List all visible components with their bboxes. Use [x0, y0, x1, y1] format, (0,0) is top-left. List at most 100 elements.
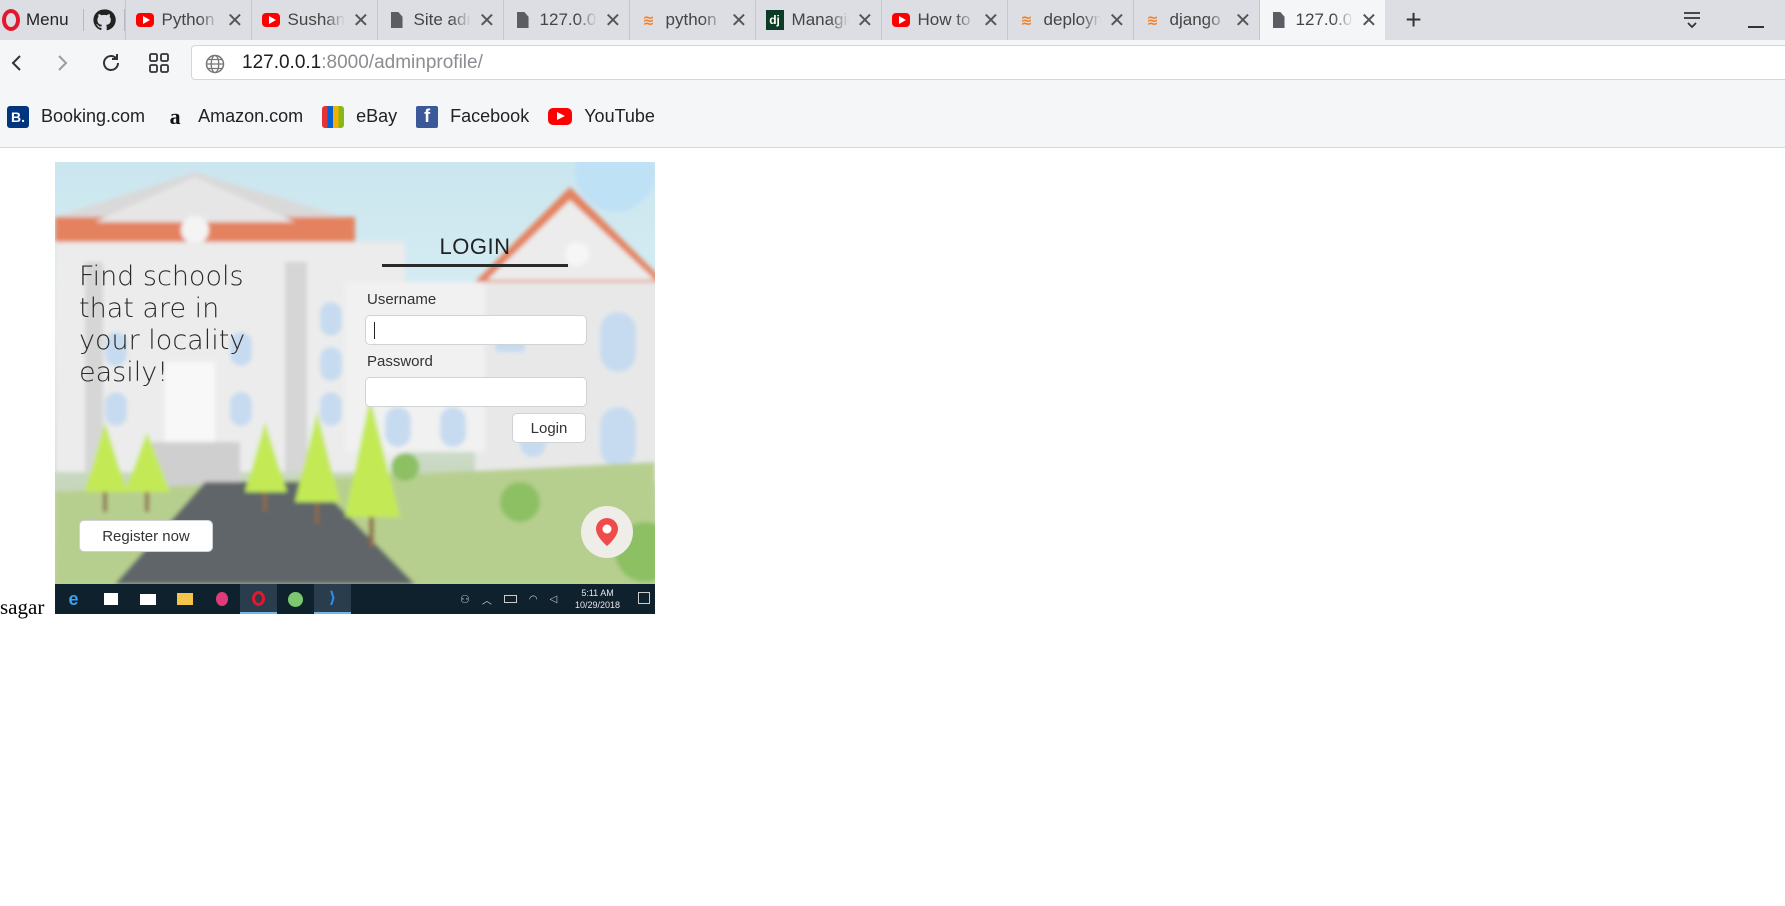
tab-python-so[interactable]: ≋ python ✕ [628, 0, 755, 40]
stackoverflow-icon: ≋ [1020, 11, 1033, 28]
tab-title: Managin [791, 10, 849, 29]
address-field[interactable]: 127.0.0.1:8000/adminprofile/ [191, 45, 1785, 80]
close-icon[interactable]: ✕ [857, 8, 874, 33]
windows-taskbar: e ⟩ ⚇ ︿ ◠ ◁ 5:11 AM 10/29/2018 [55, 584, 655, 614]
bookmark-label: eBay [356, 106, 398, 126]
android-studio-icon [277, 584, 314, 614]
new-tab-plus-icon[interactable]: + [1399, 4, 1429, 36]
password-field[interactable] [365, 377, 587, 407]
back-button[interactable] [3, 49, 31, 77]
youtube-icon [548, 108, 573, 125]
stackoverflow-icon: ≋ [1146, 11, 1159, 28]
address-toolbar: 127.0.0.1:8000/adminprofile/ [0, 40, 1785, 86]
close-icon[interactable]: ✕ [983, 8, 1000, 33]
tab-how-to[interactable]: How to ✕ [880, 0, 1007, 40]
store-icon [92, 584, 129, 614]
notification-icon [638, 592, 650, 604]
username-field[interactable] [365, 315, 587, 345]
tab-title: 127.0.0. [539, 10, 597, 29]
tab-title: Sushant [287, 10, 345, 29]
speed-dial-button[interactable] [145, 49, 173, 77]
ebay-icon [322, 105, 345, 128]
close-icon[interactable]: ✕ [353, 8, 370, 33]
text-caret [374, 322, 375, 339]
document-icon [1270, 11, 1288, 29]
menu-label: Menu [26, 10, 69, 29]
bookmark-ebay[interactable]: eBay [322, 105, 398, 128]
url-text: 127.0.0.1:8000/adminprofile/ [242, 52, 483, 74]
tab-deployment[interactable]: ≋ deploym ✕ [1006, 0, 1133, 40]
tab-django[interactable]: ≋ django ✕ [1132, 0, 1259, 40]
close-icon[interactable]: ✕ [479, 8, 496, 33]
close-icon[interactable]: ✕ [1235, 8, 1252, 33]
globe-icon [205, 54, 225, 74]
bookmarks-bar: B. Booking.com a Amazon.com eBay f Faceb… [0, 86, 1785, 148]
github-icon[interactable] [92, 8, 116, 32]
stackoverflow-icon: ≋ [642, 11, 655, 28]
document-icon [388, 11, 406, 29]
bookmark-booking[interactable]: B. Booking.com [7, 105, 146, 128]
close-icon[interactable]: ✕ [605, 8, 622, 33]
profile-image: Find schools that are in your locality e… [55, 162, 655, 614]
divider [82, 9, 84, 31]
tab-strip: Menu Python ✕ Sushant ✕ Site adm ✕ 127.0… [0, 0, 1785, 40]
folder-icon [166, 584, 203, 614]
register-now-button[interactable]: Register now [79, 520, 213, 552]
tab-active-localhost[interactable]: 127.0.0. ✕ [1258, 0, 1385, 40]
volume-icon: ◁ [549, 593, 558, 605]
chevron-up-icon: ︿ [481, 595, 492, 607]
profile-username: sagar [0, 595, 45, 619]
tab-menu-icon[interactable] [1680, 8, 1704, 32]
bookmark-facebook[interactable]: f Facebook [416, 105, 529, 128]
forward-button[interactable] [48, 49, 76, 77]
hero-headline: Find schools that are in your locality e… [79, 261, 246, 388]
booking-icon: B. [7, 105, 29, 128]
reload-button[interactable] [97, 49, 125, 77]
login-button[interactable]: Login [512, 413, 586, 443]
close-icon[interactable]: ✕ [227, 8, 244, 33]
django-icon: dj [765, 10, 784, 30]
tab-python[interactable]: Python ✕ [124, 0, 251, 40]
bookmark-youtube[interactable]: YouTube [548, 106, 655, 127]
battery-icon [503, 595, 517, 603]
tab-title: Python [161, 10, 215, 29]
bug-icon [203, 584, 240, 614]
opera-logo-icon [2, 9, 20, 31]
tab-sushant[interactable]: Sushant ✕ [250, 0, 377, 40]
opera-menu-button[interactable]: Menu [0, 0, 75, 40]
tab-title: 127.0.0. [1295, 10, 1353, 29]
location-pin-icon [596, 518, 618, 546]
reload-icon [103, 54, 119, 71]
tab-title: django [1169, 10, 1221, 29]
document-icon [514, 11, 532, 29]
map-pin-button[interactable] [581, 506, 633, 558]
minimize-icon[interactable] [1748, 26, 1764, 28]
youtube-icon [261, 11, 280, 29]
close-icon[interactable]: ✕ [731, 8, 748, 33]
tab-managing[interactable]: dj Managin ✕ [754, 0, 881, 40]
tab-localhost[interactable]: 127.0.0. ✕ [502, 0, 629, 40]
login-heading-underline [382, 264, 568, 267]
facebook-icon: f [416, 105, 439, 128]
taskbar-date: 10/29/2018 [575, 600, 621, 610]
bookmark-amazon[interactable]: a Amazon.com [164, 103, 304, 129]
tab-title: How to [917, 10, 971, 29]
taskbar-time: 5:11 AM [581, 588, 614, 598]
taskbar-clock: 5:11 AM 10/29/2018 [575, 587, 620, 611]
close-icon[interactable]: ✕ [1109, 8, 1126, 33]
back-arrow-icon [11, 55, 21, 71]
url-path: :8000/adminprofile/ [321, 51, 483, 73]
bookmark-label: Amazon.com [198, 106, 304, 126]
password-label: Password [367, 353, 433, 370]
opera-icon [240, 584, 277, 614]
people-icon: ⚇ [460, 593, 470, 606]
url-host: 127.0.0.1 [242, 51, 322, 73]
vscode-icon: ⟩ [314, 584, 351, 614]
amazon-icon: a [169, 103, 181, 129]
close-icon[interactable]: ✕ [1361, 8, 1378, 33]
tab-site-admin[interactable]: Site adm ✕ [376, 0, 503, 40]
login-heading: LOGIN [439, 234, 511, 259]
bookmark-label: Booking.com [41, 106, 146, 126]
tab-title: python [665, 10, 717, 29]
tab-title: deploym [1043, 10, 1101, 29]
